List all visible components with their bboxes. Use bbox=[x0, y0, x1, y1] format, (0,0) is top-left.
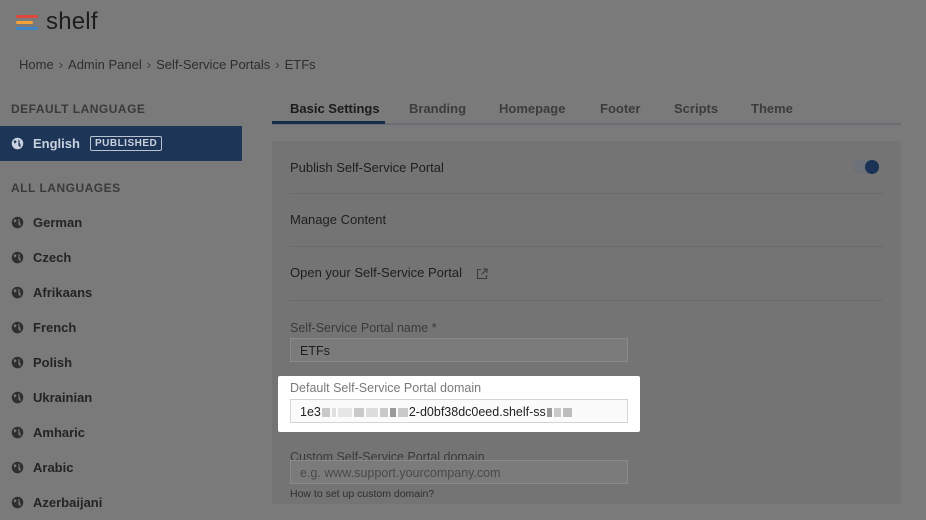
language-name: Ukrainian bbox=[33, 390, 93, 405]
globe-icon bbox=[11, 216, 24, 229]
custom-domain-input[interactable]: e.g. www.support.yourcompany.com bbox=[290, 460, 628, 484]
globe-icon bbox=[11, 321, 24, 334]
redacted-block bbox=[553, 408, 561, 418]
language-name: English bbox=[33, 136, 80, 151]
manage-content-link[interactable]: Manage Content bbox=[290, 212, 386, 227]
open-portal-link[interactable]: Open your Self-Service Portal bbox=[290, 265, 462, 280]
redacted-block bbox=[389, 408, 396, 418]
publish-portal-label: Publish Self-Service Portal bbox=[290, 160, 444, 175]
redacted-block bbox=[379, 408, 388, 418]
default-domain-label: Default Self-Service Portal domain bbox=[290, 381, 482, 395]
breadcrumb-separator: › bbox=[146, 57, 152, 72]
logo-mark-icon bbox=[16, 13, 40, 31]
redacted-block bbox=[562, 408, 572, 418]
language-item-english[interactable]: English PUBLISHED bbox=[0, 126, 242, 161]
domain-middle: 2-d0bf38dc0eed.shelf-ss bbox=[408, 405, 546, 419]
tab-basic-settings[interactable]: Basic Settings bbox=[290, 101, 380, 116]
app-header: shelf bbox=[0, 0, 926, 48]
globe-icon bbox=[11, 356, 24, 369]
language-item-polish[interactable]: Polish bbox=[0, 345, 242, 380]
tab-homepage[interactable]: Homepage bbox=[499, 101, 565, 116]
globe-icon bbox=[11, 137, 24, 150]
published-badge: PUBLISHED bbox=[89, 136, 163, 151]
redacted-block bbox=[337, 408, 352, 418]
globe-icon bbox=[11, 286, 24, 299]
redacted-block bbox=[546, 408, 552, 418]
tab-scripts[interactable]: Scripts bbox=[674, 101, 718, 116]
redacted-block bbox=[353, 408, 364, 418]
divider bbox=[290, 246, 883, 247]
tab-theme[interactable]: Theme bbox=[751, 101, 793, 116]
breadcrumb-admin-panel[interactable]: Admin Panel bbox=[68, 57, 142, 72]
breadcrumb-home[interactable]: Home bbox=[19, 57, 54, 72]
globe-icon bbox=[11, 426, 24, 439]
language-item-german[interactable]: German bbox=[0, 205, 242, 240]
redacted-block bbox=[321, 408, 330, 418]
portal-name-input[interactable]: ETFs bbox=[290, 338, 628, 362]
language-sidebar: DEFAULT LANGUAGE English PUBLISHED ALL L… bbox=[0, 92, 242, 510]
logo-text: shelf bbox=[46, 8, 98, 35]
language-item-french[interactable]: French bbox=[0, 310, 242, 345]
publish-portal-toggle[interactable] bbox=[853, 160, 879, 174]
language-name: Arabic bbox=[33, 460, 74, 475]
redacted-block bbox=[331, 408, 336, 418]
language-item-arabic[interactable]: Arabic bbox=[0, 450, 242, 485]
language-name: Polish bbox=[33, 355, 73, 370]
language-item-afrikaans[interactable]: Afrikaans bbox=[0, 275, 242, 310]
globe-icon bbox=[11, 251, 24, 264]
globe-icon bbox=[11, 461, 24, 474]
open-portal-row[interactable]: Open your Self-Service Portal bbox=[290, 265, 883, 280]
breadcrumb: Home › Admin Panel › Self-Service Portal… bbox=[19, 57, 316, 72]
toggle-knob bbox=[865, 160, 879, 174]
default-domain-highlight: Default Self-Service Portal domain 1e3 2-… bbox=[278, 376, 640, 432]
language-item-amharic[interactable]: Amharic bbox=[0, 415, 242, 450]
language-name: Amharic bbox=[33, 425, 86, 440]
language-item-azerbaijani[interactable]: Azerbaijani bbox=[0, 485, 242, 520]
language-name: Afrikaans bbox=[33, 285, 93, 300]
portal-name-label: Self-Service Portal name * bbox=[290, 321, 437, 335]
basic-settings-panel: Publish Self-Service Portal Manage Conte… bbox=[272, 141, 901, 504]
redacted-block bbox=[397, 408, 408, 418]
language-name: German bbox=[33, 215, 83, 230]
language-name: French bbox=[33, 320, 77, 335]
breadcrumb-self-service-portals[interactable]: Self-Service Portals bbox=[156, 57, 270, 72]
tab-footer[interactable]: Footer bbox=[600, 101, 640, 116]
language-item-ukrainian[interactable]: Ukrainian bbox=[0, 380, 242, 415]
globe-icon bbox=[11, 391, 24, 404]
divider bbox=[290, 193, 883, 194]
divider bbox=[290, 300, 883, 301]
custom-domain-help-link[interactable]: How to set up custom domain? bbox=[290, 488, 434, 500]
language-name: Czech bbox=[33, 250, 72, 265]
active-tab-indicator bbox=[272, 121, 385, 124]
all-languages-heading: ALL LANGUAGES bbox=[11, 181, 121, 195]
language-item-czech[interactable]: Czech bbox=[0, 240, 242, 275]
publish-portal-row: Publish Self-Service Portal bbox=[290, 160, 883, 175]
redacted-block bbox=[365, 408, 378, 418]
tab-branding[interactable]: Branding bbox=[409, 101, 466, 116]
breadcrumb-current: ETFs bbox=[284, 57, 316, 72]
globe-icon bbox=[11, 496, 24, 509]
language-name: Azerbaijani bbox=[33, 495, 103, 510]
breadcrumb-separator: › bbox=[58, 57, 64, 72]
breadcrumb-separator: › bbox=[275, 57, 280, 72]
manage-content-row[interactable]: Manage Content bbox=[290, 212, 883, 227]
default-domain-input[interactable]: 1e3 2-d0bf38dc0eed.shelf-ss bbox=[290, 399, 628, 423]
domain-prefix: 1e3 bbox=[300, 405, 321, 419]
external-link-icon[interactable] bbox=[476, 268, 488, 280]
default-language-heading: DEFAULT LANGUAGE bbox=[11, 102, 146, 116]
shelf-logo[interactable]: shelf bbox=[16, 8, 98, 36]
